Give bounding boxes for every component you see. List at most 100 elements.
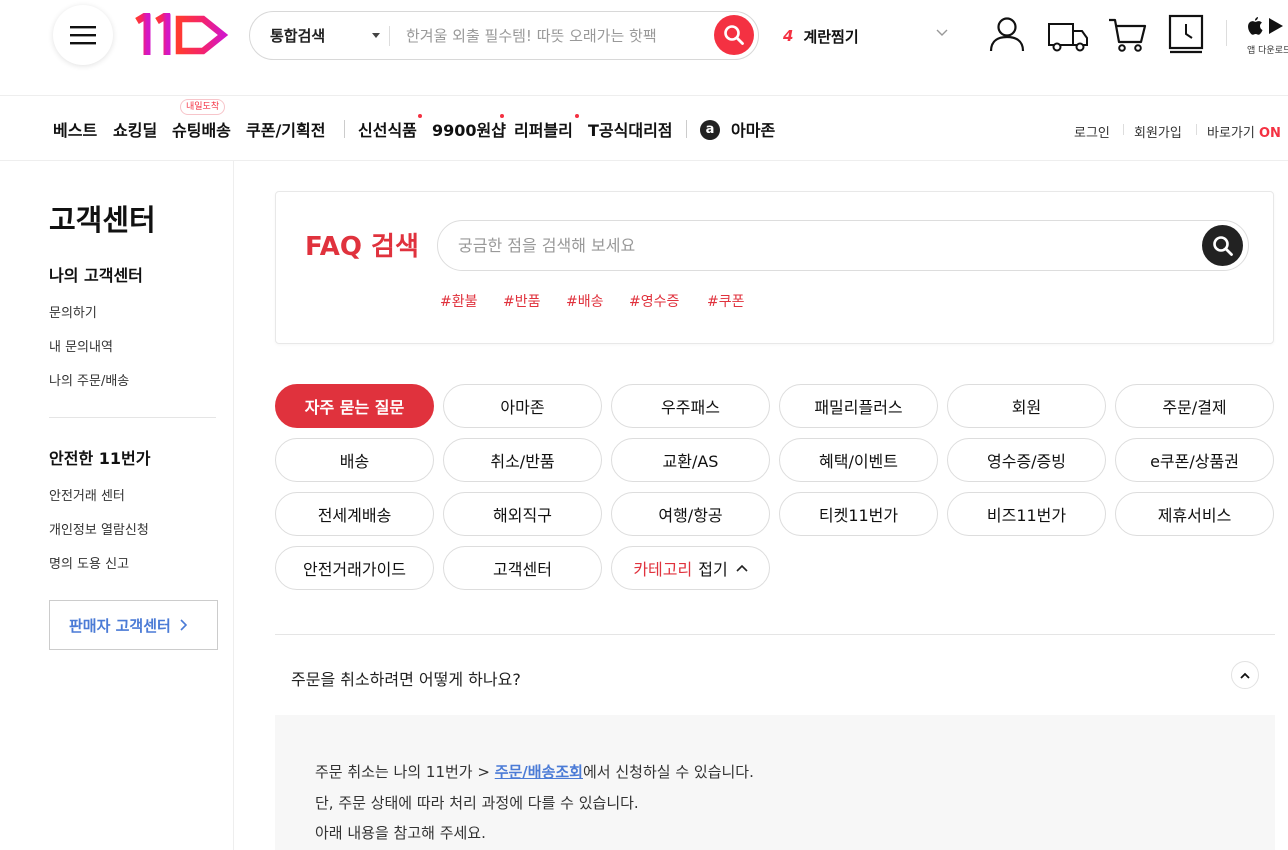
category-customer-center[interactable]: 고객센터 — [443, 546, 602, 590]
caret-down-icon — [372, 33, 380, 38]
faq-answer-panel: 주문 취소는 나의 11번가 > 주문/배송조회에서 신청하실 수 있습니다. … — [275, 715, 1275, 850]
category-exchange-as[interactable]: 교환/AS — [611, 438, 770, 482]
user-icon[interactable] — [987, 14, 1027, 54]
collapse-action-label: 접기 — [698, 560, 728, 579]
category-travel-flight[interactable]: 여행/항공 — [611, 492, 770, 536]
cart-icon[interactable] — [1107, 14, 1147, 54]
chevron-up-icon — [736, 564, 748, 572]
new-dot — [500, 114, 504, 118]
gnb-item-amazon[interactable]: 아마존 — [731, 117, 775, 141]
play-store-icon[interactable] — [1268, 17, 1284, 35]
util-divider — [1123, 124, 1124, 135]
chevron-right-icon — [180, 619, 187, 631]
hamburger-icon — [70, 26, 96, 45]
answer-line-1-prefix: 주문 취소는 나의 11번가 > — [315, 763, 495, 781]
sidebar-link-identity-theft[interactable]: 명의 도용 신고 — [49, 553, 129, 572]
gnb-item-fresh-food[interactable]: 신선식품 — [358, 117, 417, 141]
join-link[interactable]: 회원가입 — [1134, 122, 1182, 141]
sidebar-link-inquiry[interactable]: 문의하기 — [49, 302, 97, 321]
category-ticket-11st[interactable]: 티켓11번가 — [779, 492, 938, 536]
category-faq[interactable]: 자주 묻는 질문 — [275, 384, 434, 428]
category-universe-pass[interactable]: 우주패스 — [611, 384, 770, 428]
answer-line-1-suffix: 에서 신청하실 수 있습니다. — [582, 763, 754, 781]
hamburger-menu-button[interactable] — [53, 5, 113, 65]
gnb-item-shocking-deal[interactable]: 쇼킹딜 — [113, 117, 157, 141]
sidebar-link-my-inquiries[interactable]: 내 문의내역 — [49, 336, 113, 355]
hashtag-delivery[interactable]: #배송 — [566, 291, 604, 311]
hashtag-receipt[interactable]: #영수증 — [629, 291, 679, 311]
tomorrow-delivery-badge: 내일도착 — [180, 99, 226, 115]
search-scope-label: 통합검색 — [270, 27, 326, 45]
faq-search-title: FAQ 검색 — [305, 232, 419, 262]
faq-search-field — [437, 220, 1249, 271]
apple-icon[interactable] — [1247, 16, 1263, 35]
global-search-button[interactable] — [714, 15, 754, 55]
category-order-payment[interactable]: 주문/결제 — [1115, 384, 1274, 428]
gnb-divider — [686, 120, 687, 138]
category-member[interactable]: 회원 — [947, 384, 1106, 428]
category-ecoupon-giftcard[interactable]: e쿠폰/상품권 — [1115, 438, 1274, 482]
answer-line-2: 단, 주문 상태에 따라 처리 과정에 다를 수 있습니다. — [315, 794, 639, 812]
util-divider — [1196, 124, 1197, 135]
hashtag-return[interactable]: #반품 — [503, 291, 541, 311]
search-icon — [724, 25, 744, 45]
faq-question-text: 주문을 취소하려면 어떻게 하나요? — [291, 670, 521, 689]
category-amazon[interactable]: 아마존 — [443, 384, 602, 428]
order-delivery-link[interactable]: 주문/배송조회 — [495, 763, 583, 781]
trending-keyword[interactable]: 4 계란찜기 — [783, 24, 953, 48]
gnb-item-shooting-delivery[interactable]: 슈팅배송 — [172, 117, 231, 141]
category-overseas-direct[interactable]: 해외직구 — [443, 492, 602, 536]
seller-center-button[interactable]: 판매자 고객센터 — [49, 600, 218, 650]
sidebar-link-my-orders[interactable]: 나의 주문/배송 — [49, 370, 129, 389]
shortcut-on-badge: ON — [1258, 126, 1281, 141]
gnb-item-best[interactable]: 베스트 — [53, 117, 97, 141]
search-scope-select[interactable]: 통합검색 — [270, 12, 388, 59]
app-download-label[interactable]: 앱 다운로드 — [1247, 43, 1288, 56]
faq-question-row[interactable]: 주문을 취소하려면 어떻게 하나요? — [275, 635, 1275, 715]
global-search-input[interactable] — [406, 12, 706, 59]
category-delivery[interactable]: 배송 — [275, 438, 434, 482]
recent-icon[interactable] — [1167, 14, 1207, 54]
sidebar-title: 고객센터 — [49, 203, 156, 237]
gnb-item-t-official[interactable]: T공식대리점 — [588, 117, 673, 141]
gnb-divider — [344, 120, 345, 138]
faq-search-button[interactable] — [1202, 225, 1243, 266]
new-dot — [418, 114, 422, 118]
category-family-plus[interactable]: 패밀리플러스 — [779, 384, 938, 428]
global-search-bar: 통합검색 — [249, 11, 759, 60]
category-global-delivery[interactable]: 전세계배송 — [275, 492, 434, 536]
category-cancel-return[interactable]: 취소/반품 — [443, 438, 602, 482]
category-biz-11st[interactable]: 비즈11번가 — [947, 492, 1106, 536]
gnb-item-refurbly[interactable]: 리퍼블리 — [514, 117, 573, 141]
truck-icon[interactable] — [1047, 14, 1089, 54]
sidebar-section-my-center: 나의 고객센터 — [49, 266, 143, 285]
top-header: 통합검색 4 계란찜기 — [0, 0, 1288, 95]
category-partner-service[interactable]: 제휴서비스 — [1115, 492, 1274, 536]
search-icon — [1212, 235, 1233, 256]
sidebar-link-privacy-request[interactable]: 개인정보 열람신청 — [49, 519, 149, 538]
shortcut-link[interactable]: 바로가기 ON — [1207, 122, 1281, 141]
11st-logo[interactable] — [135, 13, 230, 57]
seller-center-label: 판매자 고객센터 — [69, 616, 171, 635]
category-collapse-button[interactable]: 카테고리 접기 — [611, 546, 770, 590]
category-safe-trade-guide[interactable]: 안전거래가이드 — [275, 546, 434, 590]
chevron-down-icon[interactable] — [936, 29, 948, 37]
gnb-item-9900-shop[interactable]: 9900원샵 — [432, 117, 506, 141]
hashtag-refund[interactable]: #환불 — [440, 291, 478, 311]
sidebar-section-safe-11st: 안전한 11번가 — [49, 449, 151, 468]
main-navigation: 내일도착 베스트 쇼킹딜 슈팅배송 쿠폰/기획전 신선식품 9900원샵 리퍼블… — [0, 95, 1288, 161]
faq-search-input[interactable] — [458, 221, 1178, 270]
faq-search-box: FAQ 검색 #환불 #반품 #배송 #영수증 #쿠폰 — [275, 191, 1274, 344]
accordion-toggle-button[interactable] — [1231, 661, 1259, 689]
answer-line-3: 아래 내용을 참고해 주세요. — [315, 824, 486, 842]
login-link[interactable]: 로그인 — [1074, 122, 1110, 141]
hashtag-coupon[interactable]: #쿠폰 — [707, 291, 745, 311]
gnb-item-coupon-promotion[interactable]: 쿠폰/기획전 — [246, 117, 325, 141]
new-dot — [575, 114, 579, 118]
trending-keyword-text: 계란찜기 — [803, 27, 859, 46]
shortcut-label: 바로가기 — [1207, 126, 1255, 141]
chevron-up-icon — [1240, 672, 1250, 679]
sidebar-link-safe-trade[interactable]: 안전거래 센터 — [49, 485, 125, 504]
category-benefit-event[interactable]: 혜택/이벤트 — [779, 438, 938, 482]
category-receipt[interactable]: 영수증/증빙 — [947, 438, 1106, 482]
